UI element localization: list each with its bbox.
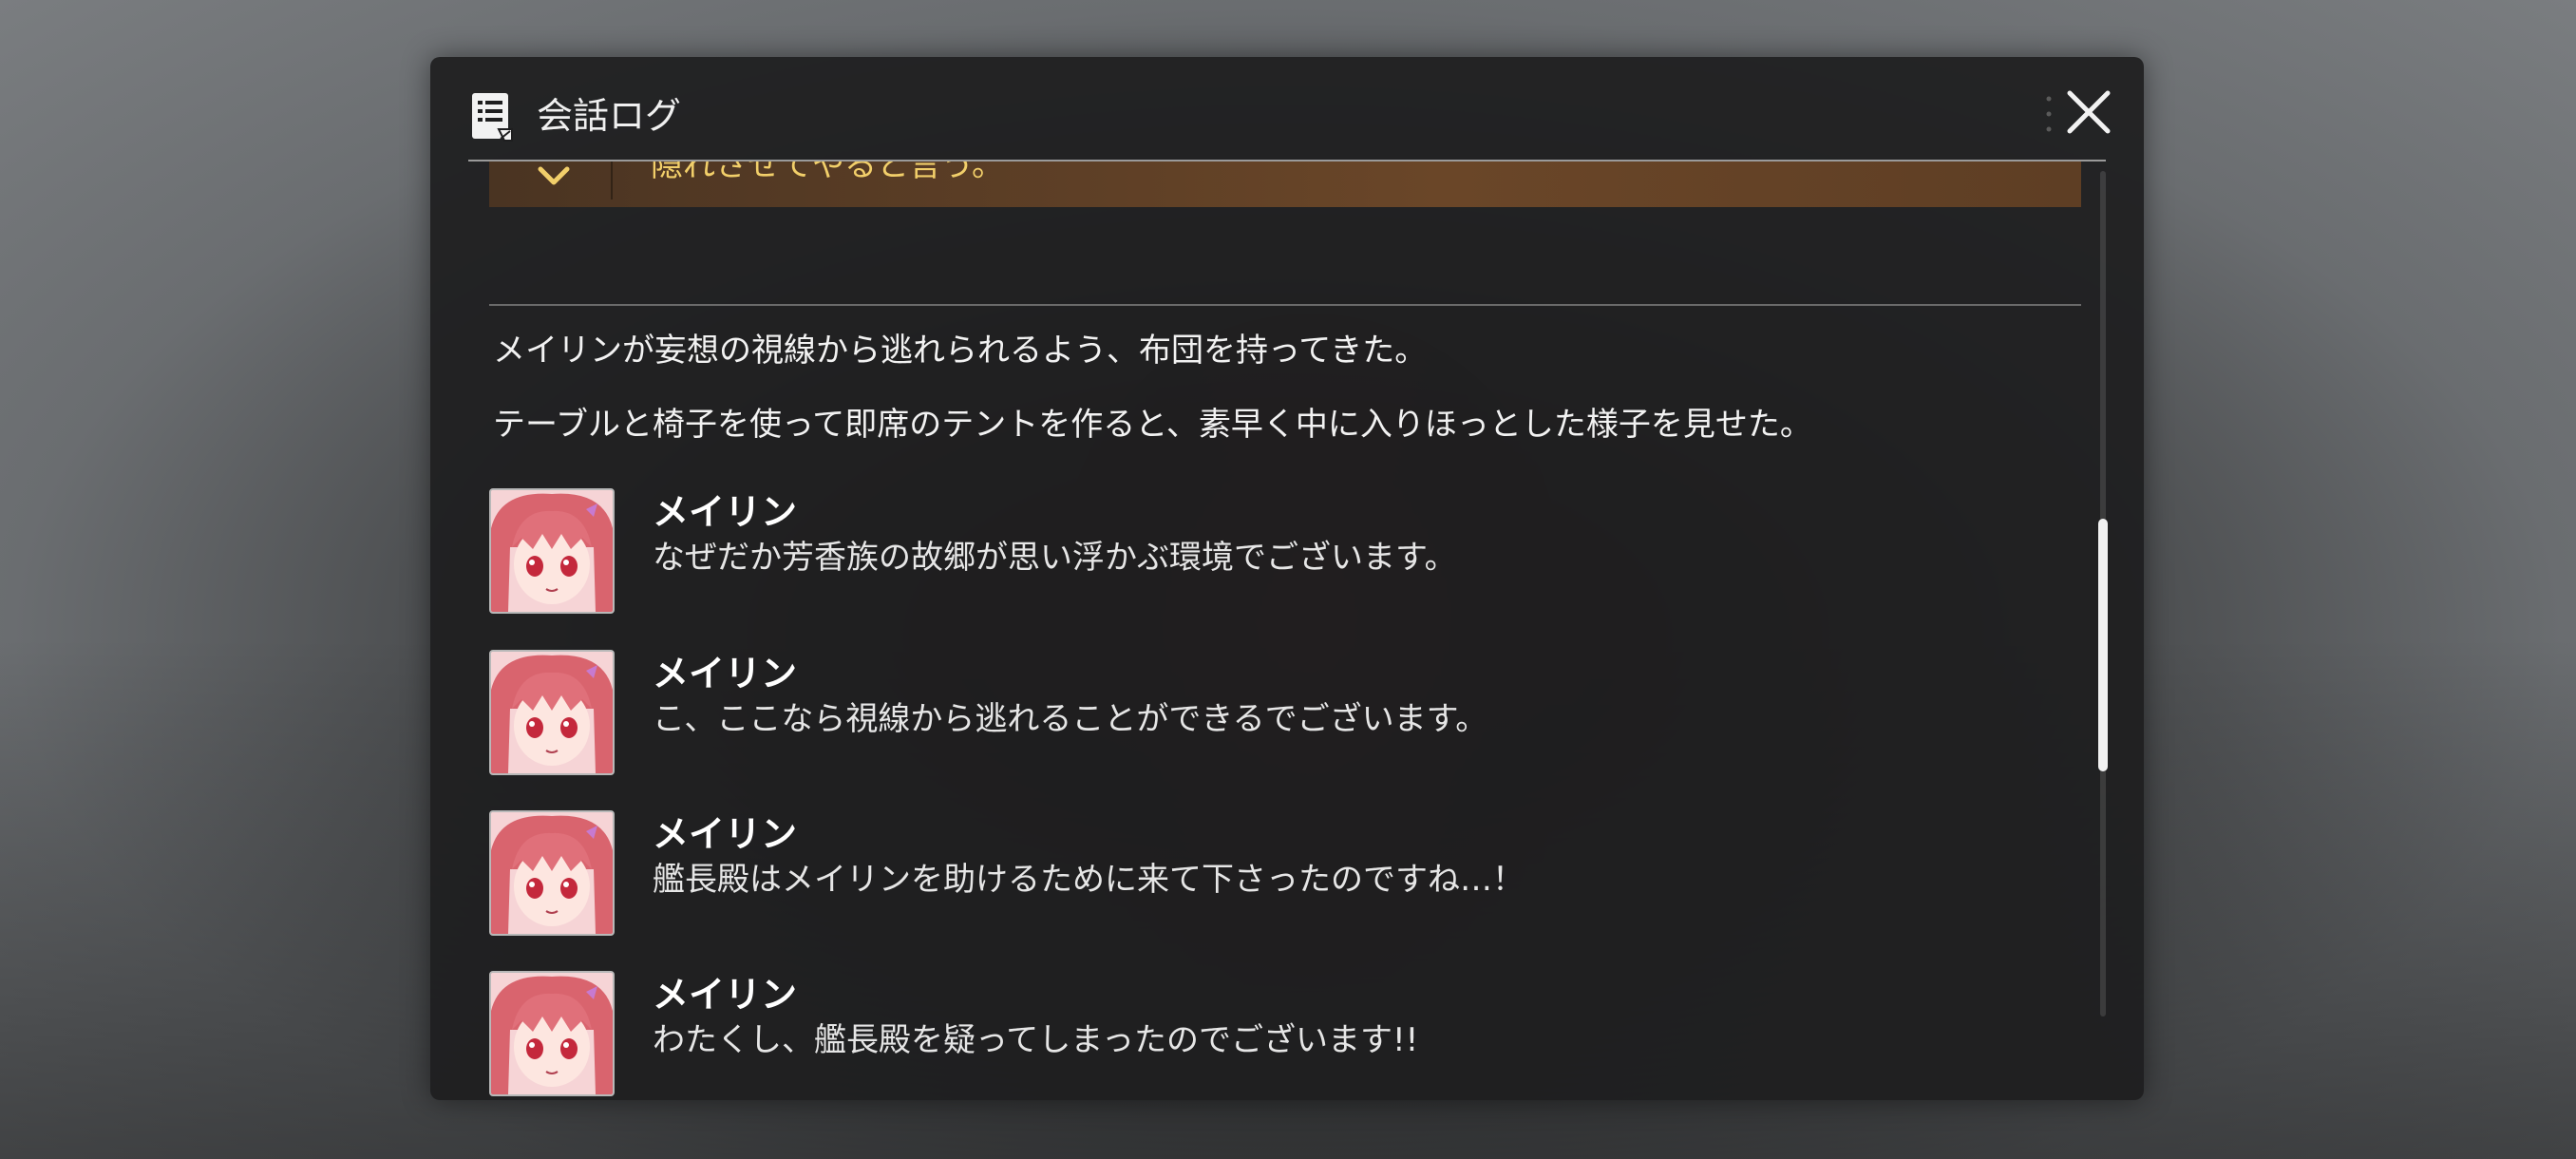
choice-text: 隠れさせてやると言う。 (651, 162, 1004, 184)
close-icon (2067, 90, 2111, 134)
dialogue-text: なぜだか芳香族の故郷が思い浮かぶ環境でございます。 (653, 539, 1457, 577)
selected-choice-banner[interactable]: 隠れさせてやると言う。 (489, 162, 2081, 207)
dialogue-text: 艦長殿はメイリンを助けるために来て下さったのですね…！ (653, 861, 1525, 899)
dialog-header: 会話ログ (430, 57, 2144, 162)
character-portrait (491, 652, 613, 773)
choice-separator (611, 162, 613, 200)
dialogue-text: こ、ここなら視線から逃れることができるでございます。 (653, 700, 1488, 738)
speaker-name: メイリン (653, 813, 798, 855)
log-scroll-area[interactable]: 隠れさせてやると言う。 メイリンが妄想の視線から逃れられるよう、布団を持ってきた… (430, 162, 2144, 1100)
avatar (489, 810, 615, 936)
character-portrait (491, 490, 613, 612)
dialog-title: 会話ログ (537, 95, 682, 137)
log-entry: メイリン こ、ここなら視線から逃れることができるでございます。 (489, 650, 2066, 779)
avatar (489, 488, 615, 614)
character-portrait (491, 812, 613, 934)
narration-line: メイリンが妄想の視線から逃れられるよう、布団を持ってきた。 (493, 332, 1428, 370)
close-button[interactable] (2060, 84, 2117, 141)
chevron-down-icon (538, 166, 570, 185)
log-entry: メイリン わたくし、艦長殿を疑ってしまったのでございます!! (489, 971, 2066, 1100)
avatar (489, 971, 615, 1096)
narration-line: テーブルと椅子を使って即席のテントを作ると、素早く中に入りほっとした様子を見せた… (493, 406, 1812, 444)
log-entry: メイリン 艦長殿はメイリンを助けるために来て下さったのですね…！ (489, 810, 2066, 940)
speaker-name: メイリン (653, 653, 798, 694)
more-options-icon[interactable] (2045, 93, 2053, 135)
conversation-log-dialog: 会話ログ 隠れさせてやると言う。 メイリンが妄想の視線から逃れられるよう、布団を… (430, 57, 2144, 1100)
character-portrait (491, 973, 613, 1094)
scrollbar-thumb[interactable] (2098, 519, 2108, 771)
speaker-name: メイリン (653, 491, 798, 533)
section-divider (489, 304, 2081, 306)
avatar (489, 650, 615, 775)
dialogue-text: わたくし、艦長殿を疑ってしまったのでございます!! (653, 1021, 1419, 1059)
log-document-icon (472, 93, 513, 142)
log-entry: メイリン なぜだか芳香族の故郷が思い浮かぶ環境でございます。 (489, 488, 2066, 618)
speaker-name: メイリン (653, 974, 798, 1016)
